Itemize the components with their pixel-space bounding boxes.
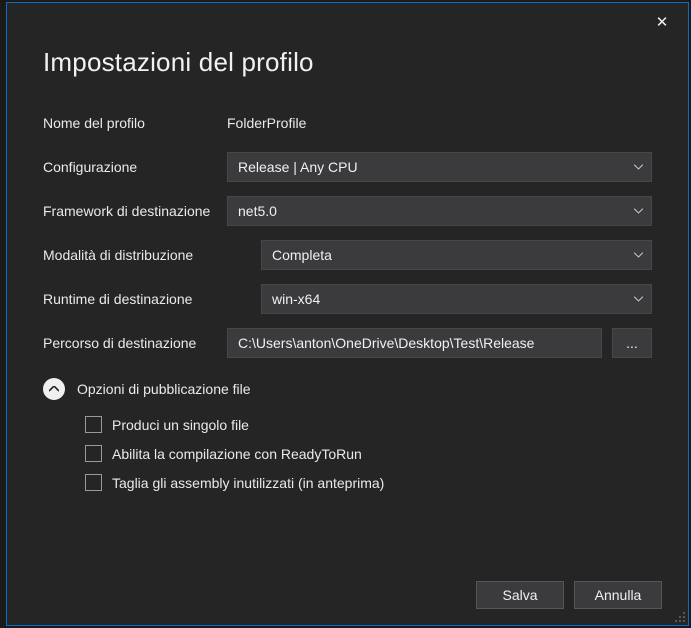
option-single-file: Produci un singolo file (85, 416, 652, 433)
checkbox-trim-assemblies[interactable] (85, 474, 102, 491)
save-button-label: Salva (502, 587, 537, 603)
close-icon: ✕ (656, 13, 669, 31)
checkbox-single-file[interactable] (85, 416, 102, 433)
dialog-content: Impostazioni del profilo Nome del profil… (7, 3, 688, 491)
close-button[interactable]: ✕ (646, 9, 678, 35)
chevron-down-icon (634, 165, 643, 170)
label-deployment-mode: Modalità di distribuzione (43, 247, 261, 263)
chevron-down-icon (634, 253, 643, 258)
select-target-runtime-value: win-x64 (272, 291, 320, 307)
browse-button-label: ... (626, 335, 638, 351)
row-target-path: Percorso di destinazione C:\Users\anton\… (43, 328, 652, 358)
label-target-runtime: Runtime di destinazione (43, 291, 261, 307)
label-target-path: Percorso di destinazione (43, 335, 227, 351)
checkbox-ready-to-run-label: Abilita la compilazione con ReadyToRun (112, 446, 362, 462)
checkbox-trim-assemblies-label: Taglia gli assembly inutilizzati (in ant… (112, 475, 384, 491)
chevron-down-icon (634, 209, 643, 214)
publish-options-list: Produci un singolo file Abilita la compi… (43, 416, 652, 491)
select-target-framework-value: net5.0 (238, 203, 277, 219)
chevron-down-icon (634, 297, 643, 302)
publish-options-label: Opzioni di pubblicazione file (77, 381, 251, 397)
input-target-path[interactable]: C:\Users\anton\OneDrive\Desktop\Test\Rel… (227, 328, 602, 358)
checkbox-ready-to-run[interactable] (85, 445, 102, 462)
select-deployment-mode-value: Completa (272, 247, 332, 263)
checkbox-single-file-label: Produci un singolo file (112, 417, 249, 433)
label-target-framework: Framework di destinazione (43, 203, 227, 219)
cancel-button[interactable]: Annulla (574, 581, 662, 609)
select-target-framework[interactable]: net5.0 (227, 196, 652, 226)
value-profile-name: FolderProfile (227, 115, 306, 131)
select-configuration[interactable]: Release | Any CPU (227, 152, 652, 182)
select-target-runtime[interactable]: win-x64 (261, 284, 652, 314)
select-deployment-mode[interactable]: Completa (261, 240, 652, 270)
chevron-up-circle-icon (43, 378, 65, 400)
option-trim-assemblies: Taglia gli assembly inutilizzati (in ant… (85, 474, 652, 491)
cancel-button-label: Annulla (595, 587, 642, 603)
label-configuration: Configurazione (43, 159, 227, 175)
label-profile-name: Nome del profilo (43, 115, 227, 131)
option-ready-to-run: Abilita la compilazione con ReadyToRun (85, 445, 652, 462)
row-target-framework: Framework di destinazione net5.0 (43, 196, 652, 226)
select-configuration-value: Release | Any CPU (238, 159, 358, 175)
row-deployment-mode: Modalità di distribuzione Completa (43, 240, 652, 270)
row-profile-name: Nome del profilo FolderProfile (43, 108, 652, 138)
publish-options-expander[interactable]: Opzioni di pubblicazione file (43, 378, 652, 400)
dialog-title: Impostazioni del profilo (43, 47, 652, 78)
save-button[interactable]: Salva (476, 581, 564, 609)
dialog-footer: Salva Annulla (476, 581, 662, 609)
profile-settings-dialog: ✕ Impostazioni del profilo Nome del prof… (6, 2, 689, 626)
browse-button[interactable]: ... (612, 328, 652, 358)
resize-grip-icon[interactable] (672, 609, 686, 623)
row-target-runtime: Runtime di destinazione win-x64 (43, 284, 652, 314)
row-configuration: Configurazione Release | Any CPU (43, 152, 652, 182)
input-target-path-value: C:\Users\anton\OneDrive\Desktop\Test\Rel… (238, 335, 534, 351)
